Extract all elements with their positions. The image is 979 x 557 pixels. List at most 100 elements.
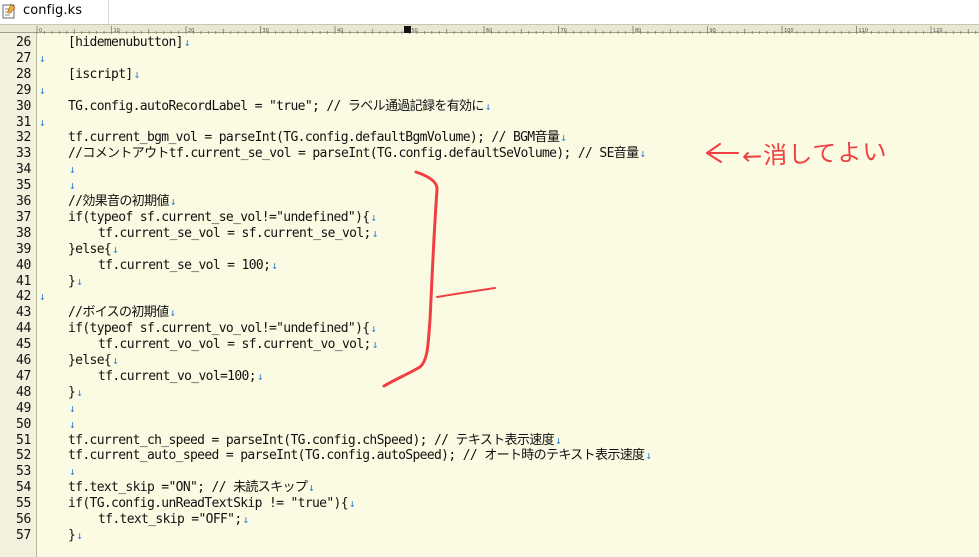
code-line[interactable]: if(typeof sf.current_se_vol!="undefined"… bbox=[68, 210, 377, 226]
tab-config-ks[interactable]: config.ks bbox=[0, 0, 109, 24]
code-line[interactable]: TG.config.autoRecordLabel = "true"; // ラ… bbox=[68, 99, 491, 115]
code-line[interactable]: }else{↓ bbox=[68, 353, 119, 369]
code-line[interactable]: tf.text_skip ="OFF";↓ bbox=[98, 512, 249, 528]
code-line[interactable]: ↓ bbox=[38, 115, 46, 131]
handwritten-annotation bbox=[382, 143, 739, 388]
end-of-line-marker: ↓ bbox=[69, 417, 76, 431]
end-of-line-marker: ↓ bbox=[69, 179, 76, 193]
code-text: tf.current_vo_vol = sf.current_vo_vol; bbox=[98, 337, 371, 353]
code-line[interactable]: ↓ bbox=[38, 289, 46, 305]
code-line[interactable]: ↓ bbox=[68, 162, 76, 178]
ruler-label: 120 bbox=[933, 28, 943, 34]
end-of-line-marker: ↓ bbox=[39, 51, 46, 65]
end-of-line-marker: ↓ bbox=[639, 147, 647, 161]
code-line[interactable]: }↓ bbox=[68, 528, 83, 544]
code-text: tf.current_se_vol = 100; bbox=[98, 257, 271, 273]
code-text: }else{ bbox=[68, 241, 112, 257]
ruler-label: 90 bbox=[710, 28, 716, 34]
line-number: 32 bbox=[15, 130, 31, 146]
end-of-line-marker: ↓ bbox=[112, 354, 119, 367]
code-text: } bbox=[68, 384, 76, 400]
code-line[interactable]: tf.current_bgm_vol = parseInt(TG.config.… bbox=[68, 130, 567, 146]
line-number: 51 bbox=[15, 432, 31, 448]
line-number: 34 bbox=[15, 162, 31, 178]
line-number: 33 bbox=[15, 146, 31, 162]
ruler-label: 0 bbox=[39, 28, 42, 34]
line-number: 30 bbox=[15, 98, 31, 114]
ruler-ticks: 0 10 20 30 40 50 60 70 80 90 100 110 120 bbox=[36, 26, 977, 34]
end-of-line-marker: ↓ bbox=[133, 67, 141, 81]
ruler-label: 100 bbox=[784, 28, 794, 34]
column-ruler: 0 10 20 30 40 50 60 70 80 90 100 110 120 bbox=[0, 24, 979, 34]
annotation-bracket bbox=[382, 170, 439, 388]
code-line[interactable]: [hidemenubutton]↓ bbox=[68, 35, 190, 51]
line-number: 50 bbox=[15, 416, 31, 432]
end-of-line-marker: ↓ bbox=[169, 306, 177, 320]
line-number: 42 bbox=[15, 289, 31, 305]
code-line[interactable]: ↓ bbox=[38, 83, 46, 99]
end-of-line-marker: ↓ bbox=[39, 83, 46, 97]
ruler-label: 40 bbox=[337, 28, 343, 34]
line-number: 52 bbox=[15, 448, 31, 464]
code-line[interactable]: //ボイスの初期値↓ bbox=[68, 305, 176, 321]
code-line[interactable]: tf.current_auto_speed = parseInt(TG.conf… bbox=[68, 448, 652, 464]
code-line[interactable]: tf.current_vo_vol=100;↓ bbox=[98, 369, 264, 385]
code-text: tf.text_skip ="OFF"; bbox=[98, 512, 242, 527]
code-line[interactable]: tf.current_se_vol = 100;↓ bbox=[98, 258, 278, 274]
code-line[interactable]: ↓ bbox=[68, 178, 76, 194]
ruler-label: 30 bbox=[263, 28, 269, 34]
line-number: 38 bbox=[15, 225, 31, 241]
code-line[interactable]: if(typeof sf.current_vo_vol!="undefined"… bbox=[68, 321, 377, 337]
ruler-label: 10 bbox=[114, 28, 120, 34]
line-number: 48 bbox=[15, 384, 31, 400]
end-of-line-marker: ↓ bbox=[39, 115, 46, 129]
code-line[interactable]: ↓ bbox=[38, 51, 46, 67]
line-number: 28 bbox=[15, 66, 31, 82]
code-line[interactable]: tf.current_ch_speed = parseInt(TG.config… bbox=[68, 433, 562, 449]
end-of-line-marker: ↓ bbox=[69, 401, 76, 415]
line-number: 40 bbox=[15, 257, 31, 273]
code-line[interactable]: [iscript]↓ bbox=[68, 67, 140, 83]
code-text: }else{ bbox=[68, 353, 112, 368]
code-line[interactable]: }else{↓ bbox=[68, 242, 119, 258]
ruler-label: 20 bbox=[188, 28, 194, 34]
code-text: tf.current_ch_speed = parseInt(TG.config… bbox=[68, 432, 555, 448]
code-line[interactable]: //効果音の初期値↓ bbox=[68, 194, 176, 210]
line-number: 54 bbox=[15, 480, 31, 496]
code-line[interactable]: }↓ bbox=[68, 385, 83, 401]
tab-label: config.ks bbox=[23, 3, 83, 18]
code-text: //効果音の初期値 bbox=[68, 194, 169, 209]
ruler-label: 60 bbox=[486, 28, 492, 34]
code-line[interactable]: ↓ bbox=[68, 464, 76, 480]
code-text: if(TG.config.unReadTextSkip != "true"){ bbox=[68, 496, 349, 512]
end-of-line-marker: ↓ bbox=[39, 290, 46, 304]
tab-bar: config.ks bbox=[0, 0, 979, 24]
end-of-line-marker: ↓ bbox=[554, 433, 562, 447]
annotation-note: ←消してよい bbox=[741, 137, 888, 171]
end-of-line-marker: ↓ bbox=[371, 226, 379, 240]
code-line[interactable]: tf.current_se_vol = sf.current_se_vol;↓ bbox=[98, 226, 378, 242]
line-number: 43 bbox=[15, 305, 31, 321]
code-line[interactable]: tf.current_vo_vol = sf.current_vo_vol;↓ bbox=[98, 337, 378, 353]
code-line[interactable]: }↓ bbox=[68, 274, 83, 290]
line-number: 49 bbox=[15, 400, 31, 416]
end-of-line-marker: ↓ bbox=[76, 274, 83, 288]
line-number: 37 bbox=[15, 209, 31, 225]
code-line[interactable]: //コメントアウトtf.current_se_vol = parseInt(TG… bbox=[68, 146, 646, 162]
end-of-line-marker: ↓ bbox=[371, 338, 379, 352]
ruler-label: 110 bbox=[859, 28, 869, 34]
line-number: 36 bbox=[15, 194, 31, 209]
end-of-line-marker: ↓ bbox=[69, 163, 76, 177]
code-line[interactable]: if(TG.config.unReadTextSkip != "true"){↓ bbox=[68, 496, 356, 512]
end-of-line-marker: ↓ bbox=[169, 195, 177, 208]
line-number: 44 bbox=[15, 321, 31, 337]
code-line[interactable]: tf.text_skip ="ON"; // 未読スキップ↓ bbox=[68, 480, 315, 496]
end-of-line-marker: ↓ bbox=[370, 322, 378, 336]
end-of-line-marker: ↓ bbox=[271, 258, 278, 272]
line-number: 57 bbox=[15, 527, 31, 543]
end-of-line-marker: ↓ bbox=[645, 449, 653, 463]
code-text: tf.current_auto_speed = parseInt(TG.conf… bbox=[68, 448, 645, 464]
end-of-line-marker: ↓ bbox=[308, 481, 315, 495]
code-line[interactable]: ↓ bbox=[68, 417, 76, 433]
code-line[interactable]: ↓ bbox=[68, 401, 76, 417]
